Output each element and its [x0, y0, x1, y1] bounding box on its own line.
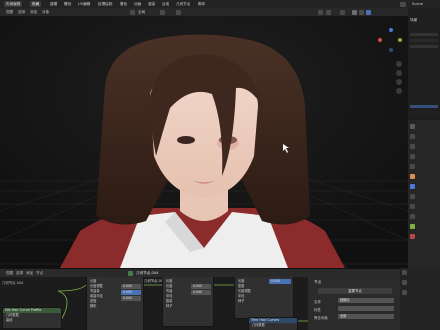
tab-shading[interactable]: 着色: [118, 1, 129, 7]
pan-hand-icon[interactable]: [396, 70, 402, 76]
properties-panel: [408, 120, 440, 268]
scene-props-icon[interactable]: [410, 154, 415, 159]
warning-propagation-select[interactable]: 全部: [338, 314, 394, 319]
tab-geometry-nodes[interactable]: 几何节点: [174, 1, 192, 7]
outliner-row-selected[interactable]: [410, 105, 438, 108]
gizmo-toggle-icon[interactable]: [326, 9, 331, 15]
name-field[interactable]: 组输出: [338, 298, 394, 303]
constraint-props-icon[interactable]: [410, 214, 415, 219]
value-field[interactable]: 0.000: [191, 290, 211, 295]
label-label: 标签: [314, 308, 321, 312]
tab-scripting[interactable]: 脚本: [196, 1, 207, 7]
overlay-icon[interactable]: [340, 9, 345, 15]
value-field[interactable]: 0.000: [121, 284, 141, 289]
tab-0[interactable]: 布局编辑: [4, 1, 23, 7]
tab-compositing[interactable]: 合成: [160, 1, 171, 7]
camera-icon[interactable]: [396, 79, 402, 85]
node-trim-hair-curves[interactable]: Trim Hair Curves 几何数据: [248, 317, 298, 330]
render-props-icon[interactable]: [410, 134, 415, 139]
value-field[interactable]: 0.000: [269, 279, 291, 284]
tool-props-icon[interactable]: [410, 124, 415, 129]
outliner-title: 场景: [410, 18, 418, 22]
node-socket-label: 种子: [166, 304, 173, 308]
world-props-icon[interactable]: [410, 164, 415, 169]
gizmo-neg-z[interactable]: [389, 48, 393, 52]
menu-object[interactable]: 对象: [40, 9, 51, 15]
node-socket-label: 种子: [238, 299, 245, 303]
gizmo-x-axis[interactable]: [378, 38, 382, 42]
label-field[interactable]: [338, 306, 394, 311]
menu-select[interactable]: 选择: [16, 9, 27, 15]
node-hair-params-2[interactable]: 长度 长度 弯曲 半径 数量 种子 0.000 0.000: [162, 277, 214, 327]
node-tree-selector[interactable]: 几何节点.004: [134, 270, 160, 276]
reset-node-button[interactable]: 重置节点: [318, 288, 392, 294]
zoom-icon[interactable]: [396, 61, 402, 67]
tab-sculpt[interactable]: 雕刻: [62, 1, 73, 7]
tab-modeling[interactable]: 建模: [48, 1, 59, 7]
shading-material-icon[interactable]: [359, 9, 364, 15]
proportional-icon[interactable]: [176, 9, 181, 15]
value-field[interactable]: 0.000: [191, 284, 211, 289]
snap-icon[interactable]: [160, 9, 165, 15]
shading-solid-icon[interactable]: [352, 9, 357, 15]
value-field[interactable]: 0.000: [121, 296, 141, 301]
tab-layout[interactable]: 布局: [30, 1, 42, 7]
tool-tab-icon[interactable]: [402, 280, 407, 285]
menu-add[interactable]: 添加: [28, 9, 39, 15]
scene-icon[interactable]: [400, 1, 406, 7]
viewport-scene: [0, 16, 408, 268]
gizmo-z-axis[interactable]: [389, 28, 393, 32]
warning-propagation-label: 警告传播: [314, 316, 328, 320]
node-tab-icon[interactable]: [402, 270, 407, 275]
modifier-props-icon[interactable]: [410, 184, 415, 189]
object-props-icon[interactable]: [410, 174, 415, 179]
viewport-header: 视图 选择 添加 对象 全局: [0, 8, 440, 16]
perspective-grid-icon[interactable]: [396, 88, 402, 94]
node-tree-icon[interactable]: [128, 271, 133, 276]
node-menu-node[interactable]: 节点: [34, 270, 45, 276]
value-field[interactable]: 0.000: [121, 290, 141, 295]
tab-uv[interactable]: UV编辑: [76, 1, 92, 7]
tab-animation[interactable]: 动画: [132, 1, 143, 7]
physics-props-icon[interactable]: [410, 204, 415, 209]
tab-texture-paint[interactable]: 纹理绘制: [96, 1, 114, 7]
outliner-row[interactable]: [410, 45, 438, 48]
node-socket-label: 随机: [90, 304, 97, 308]
node-set-hair-profile[interactable]: Set Hair Curve Profile 几何数据 曲线: [2, 307, 62, 329]
right-strip: [400, 268, 440, 330]
outliner-row[interactable]: [410, 39, 438, 42]
orientation-icon[interactable]: [130, 9, 135, 15]
outliner-row[interactable]: [410, 33, 438, 36]
shading-rendered-icon[interactable]: [366, 9, 371, 15]
gizmo-y-axis[interactable]: [398, 38, 402, 42]
node-hair-params-1[interactable]: 长度 长度调整 弯曲量 卷曲半径 密度 随机 0.000 0.000 0.000: [86, 277, 144, 330]
scene-selector[interactable]: Scene: [410, 1, 425, 7]
visibility-icon[interactable]: [318, 9, 323, 15]
top-menu-bar: 布局编辑 布局 建模 雕刻 UV编辑 纹理绘制 着色 动画 渲染 合成 几何节点…: [0, 0, 440, 8]
menu-view[interactable]: 视图: [4, 9, 15, 15]
group-tab-icon[interactable]: [402, 290, 407, 295]
material-props-icon[interactable]: [410, 234, 415, 239]
node-socket-label: 曲线: [6, 318, 13, 322]
node-hair-params-3[interactable]: 长度 密度 长度调整 半径 种子 0.000: [234, 277, 294, 319]
name-label: 名称: [314, 300, 321, 304]
3d-viewport[interactable]: [0, 16, 408, 268]
transform-orientation[interactable]: 全局: [136, 9, 147, 15]
data-props-icon[interactable]: [410, 224, 415, 229]
node-sidebar: 节点 重置节点 名称 组输出 标签 警告传播 全部: [308, 277, 400, 330]
navigation-gizmo[interactable]: [378, 28, 404, 54]
output-props-icon[interactable]: [410, 144, 415, 149]
outliner-panel: 场景: [408, 8, 440, 118]
sidebar-title: 节点: [314, 280, 322, 284]
particle-props-icon[interactable]: [410, 194, 415, 199]
node-socket-label: 几何数据: [252, 323, 265, 327]
tab-render[interactable]: 渲染: [146, 1, 157, 7]
